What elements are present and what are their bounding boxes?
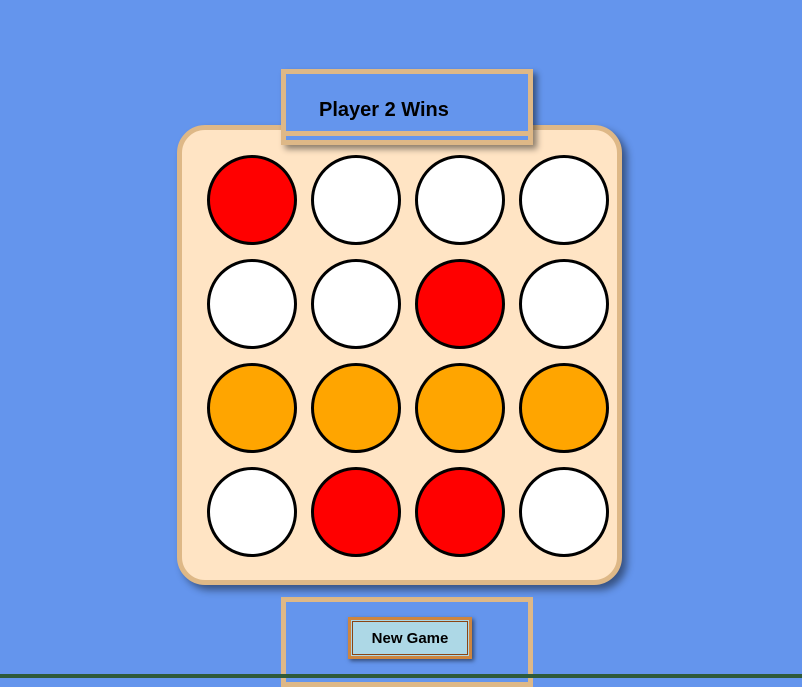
status-divider: [286, 131, 528, 136]
new-game-button[interactable]: New Game: [348, 617, 472, 659]
board-cell-r2-c1[interactable]: [207, 259, 297, 349]
board-cell-r4-c2[interactable]: [311, 467, 401, 557]
board-cell-r2-c2[interactable]: [311, 259, 401, 349]
status-text: Player 2 Wins: [319, 99, 449, 121]
board-cell-r1-c4[interactable]: [519, 155, 609, 245]
board-cell-r1-c3[interactable]: [415, 155, 505, 245]
board-cell-r1-c2[interactable]: [311, 155, 401, 245]
board-cell-r3-c3[interactable]: [415, 363, 505, 453]
board-cell-r2-c4[interactable]: [519, 259, 609, 349]
board-cell-r3-c2[interactable]: [311, 363, 401, 453]
status-panel: Player 2 Wins: [281, 69, 533, 145]
board-grid: [207, 155, 609, 557]
board-cell-r4-c1[interactable]: [207, 467, 297, 557]
board-cell-r4-c4[interactable]: [519, 467, 609, 557]
board-cell-r4-c3[interactable]: [415, 467, 505, 557]
game-board: [177, 125, 622, 585]
board-cell-r2-c3[interactable]: [415, 259, 505, 349]
ground-strip: [0, 674, 802, 678]
board-cell-r1-c1[interactable]: [207, 155, 297, 245]
board-cell-r3-c4[interactable]: [519, 363, 609, 453]
board-cell-r3-c1[interactable]: [207, 363, 297, 453]
